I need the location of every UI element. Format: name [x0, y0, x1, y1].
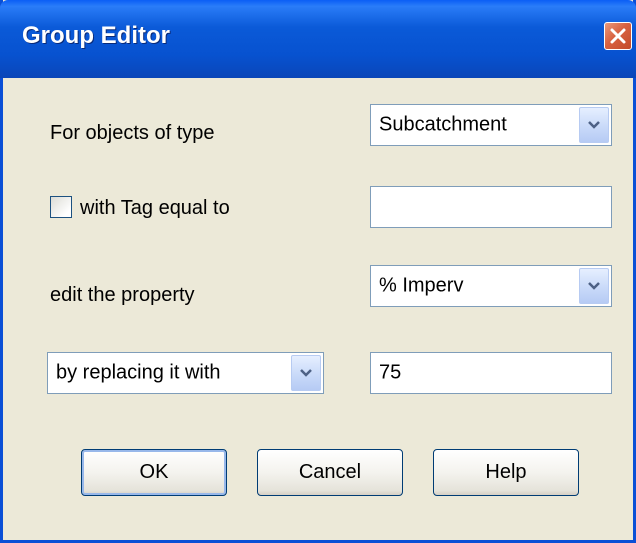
chevron-down-icon	[588, 282, 600, 290]
ok-button[interactable]: OK	[81, 449, 227, 496]
tag-filter-checkbox[interactable]	[50, 196, 72, 218]
object-type-select[interactable]: Subcatchment	[370, 104, 612, 146]
help-button[interactable]: Help	[433, 449, 579, 496]
object-type-dropdown-button[interactable]	[579, 107, 609, 143]
dialog-title: Group Editor	[22, 22, 170, 49]
new-value-field[interactable]: 75	[370, 352, 612, 394]
new-value-text: 75	[379, 361, 402, 384]
title-bar[interactable]: Group Editor	[0, 0, 636, 78]
property-label: edit the property	[50, 284, 195, 306]
close-icon	[610, 28, 626, 44]
property-value: % Imperv	[379, 274, 464, 297]
object-type-value: Subcatchment	[379, 113, 507, 136]
tag-filter-label: with Tag equal to	[80, 197, 230, 219]
property-dropdown-button[interactable]	[579, 268, 609, 304]
cancel-button[interactable]: Cancel	[257, 449, 403, 496]
chevron-down-icon	[588, 121, 600, 129]
chevron-down-icon	[300, 369, 312, 377]
object-type-label: For objects of type	[50, 122, 215, 144]
close-button[interactable]	[604, 22, 632, 50]
property-select[interactable]: % Imperv	[370, 265, 612, 307]
edit-action-value: by replacing it with	[56, 361, 221, 384]
edit-action-select[interactable]: by replacing it with	[47, 352, 324, 394]
tag-value-field[interactable]	[370, 186, 612, 228]
edit-action-dropdown-button[interactable]	[291, 355, 321, 391]
